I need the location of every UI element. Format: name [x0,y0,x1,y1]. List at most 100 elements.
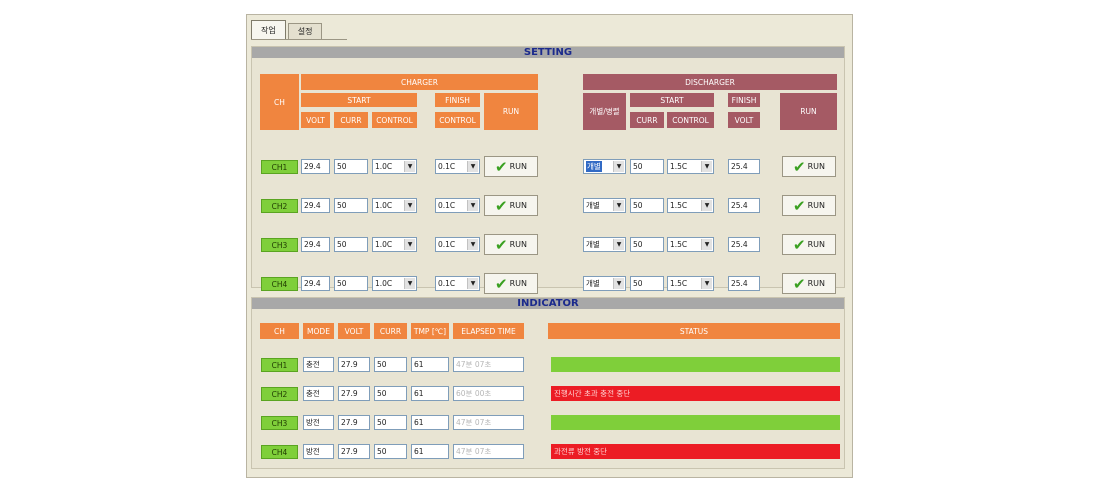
select-value: 1.0C [375,240,393,249]
charger-control-select-ch4[interactable]: 1.0C ▼ [372,276,417,291]
chevron-down-icon[interactable]: ▼ [613,200,624,211]
chevron-down-icon[interactable]: ▼ [467,200,478,211]
charger-control-select-ch3[interactable]: 1.0C ▼ [372,237,417,252]
check-icon: ✔ [793,196,806,215]
discharger-run-button-ch4[interactable]: ✔ RUN [782,273,836,294]
check-icon: ✔ [495,235,508,254]
check-icon: ✔ [495,157,508,176]
discharger-run-button-ch3[interactable]: ✔ RUN [782,234,836,255]
indicator-ch1-label: CH1 [261,358,298,372]
chevron-down-icon[interactable]: ▼ [467,239,478,250]
chevron-down-icon[interactable]: ▼ [613,278,624,289]
chevron-down-icon[interactable]: ▼ [404,161,415,172]
charger-volt-input-ch1[interactable]: 29.4 [301,159,330,174]
check-icon: ✔ [495,274,508,293]
chevron-down-icon[interactable]: ▼ [613,239,624,250]
charger-control-select-ch1[interactable]: 1.0C ▼ [372,159,417,174]
chevron-down-icon[interactable]: ▼ [467,161,478,172]
discharger-run-button-ch1[interactable]: ✔ RUN [782,156,836,177]
select-value: 1.0C [375,162,393,171]
discharger-volt-input-ch4[interactable]: 25.4 [728,276,760,291]
charger-curr-input-ch4[interactable]: 50 [334,276,368,291]
indicator-elapsed-ch2: 60분 00초 [453,386,524,401]
indicator-ch2-label: CH2 [261,387,298,401]
discharger-mode-select-ch1[interactable]: 개별 ▼ [583,159,626,174]
charger-finish-select-ch3[interactable]: 0.1C ▼ [435,237,480,252]
chevron-down-icon[interactable]: ▼ [701,161,712,172]
chevron-down-icon[interactable]: ▼ [701,239,712,250]
discharger-volt-input-ch3[interactable]: 25.4 [728,237,760,252]
discharger-control-select-ch4[interactable]: 1.5C ▼ [667,276,714,291]
chevron-down-icon[interactable]: ▼ [701,200,712,211]
charger-finish-select-ch4[interactable]: 0.1C ▼ [435,276,480,291]
setting-ch2-button[interactable]: CH2 [261,199,298,213]
discharger-mode-select-ch4[interactable]: 개별 ▼ [583,276,626,291]
select-value: 개별 [586,201,600,210]
discharger-curr-input-ch1[interactable]: 50 [630,159,664,174]
discharger-curr-input-ch2[interactable]: 50 [630,198,664,213]
indicator-title: INDICATOR [252,298,844,309]
discharger-control-select-ch2[interactable]: 1.5C ▼ [667,198,714,213]
setting-ch4-button[interactable]: CH4 [261,277,298,291]
charger-start-header: START [301,93,417,107]
discharger-curr-input-ch4[interactable]: 50 [630,276,664,291]
indicator-status-header: STATUS [548,323,840,339]
chevron-down-icon[interactable]: ▼ [404,239,415,250]
charger-curr-input-ch3[interactable]: 50 [334,237,368,252]
indicator-ch3-label: CH3 [261,416,298,430]
indicator-tmp-ch2: 61 [411,386,449,401]
run-label: RUN [509,240,527,249]
charger-run-button-ch1[interactable]: ✔ RUN [484,156,538,177]
indicator-curr-ch4: 50 [374,444,407,459]
chevron-down-icon[interactable]: ▼ [613,161,624,172]
charger-finish-select-ch1[interactable]: 0.1C ▼ [435,159,480,174]
setting-title: SETTING [252,47,844,58]
indicator-tmp-ch3: 61 [411,415,449,430]
charger-run-button-ch4[interactable]: ✔ RUN [484,273,538,294]
app-window: 작업 설정 SETTING CH CHARGER START FINISH RU… [246,14,853,478]
indicator-mode-ch3: 방전 [303,415,334,430]
discharger-mode-header: 개별/병렬 [583,93,626,130]
discharger-control-select-ch1[interactable]: 1.5C ▼ [667,159,714,174]
charger-finish-select-ch2[interactable]: 0.1C ▼ [435,198,480,213]
charger-volt-input-ch2[interactable]: 29.4 [301,198,330,213]
discharger-mode-select-ch3[interactable]: 개별 ▼ [583,237,626,252]
chevron-down-icon[interactable]: ▼ [467,278,478,289]
indicator-volt-ch4: 27.9 [338,444,370,459]
indicator-panel: INDICATOR CH MODE VOLT CURR TMP [℃] ELAP… [251,297,845,469]
charger-run-button-ch3[interactable]: ✔ RUN [484,234,538,255]
setting-ch1-button[interactable]: CH1 [261,160,298,174]
charger-curr-input-ch2[interactable]: 50 [334,198,368,213]
select-value: 0.1C [438,279,456,288]
run-label: RUN [509,279,527,288]
charger-control-select-ch2[interactable]: 1.0C ▼ [372,198,417,213]
chevron-down-icon[interactable]: ▼ [404,200,415,211]
select-value: 0.1C [438,162,456,171]
indicator-elapsed-header: ELAPSED TIME [453,323,524,339]
discharger-run-button-ch2[interactable]: ✔ RUN [782,195,836,216]
tab-settings[interactable]: 설정 [287,23,323,39]
run-label: RUN [509,162,527,171]
indicator-ch-header: CH [260,323,299,339]
discharger-mode-select-ch2[interactable]: 개별 ▼ [583,198,626,213]
discharger-control-select-ch3[interactable]: 1.5C ▼ [667,237,714,252]
chevron-down-icon[interactable]: ▼ [701,278,712,289]
discharger-curr-input-ch3[interactable]: 50 [630,237,664,252]
chevron-down-icon[interactable]: ▼ [404,278,415,289]
indicator-curr-ch1: 50 [374,357,407,372]
charger-volt-input-ch3[interactable]: 29.4 [301,237,330,252]
charger-volt-input-ch4[interactable]: 29.4 [301,276,330,291]
check-icon: ✔ [793,157,806,176]
setting-ch3-button[interactable]: CH3 [261,238,298,252]
indicator-tmp-header: TMP [℃] [411,323,449,339]
run-label: RUN [807,279,825,288]
charger-finish-header: FINISH [435,93,480,107]
discharger-volt-input-ch2[interactable]: 25.4 [728,198,760,213]
discharger-volt-input-ch1[interactable]: 25.4 [728,159,760,174]
charger-curr-input-ch1[interactable]: 50 [334,159,368,174]
charger-run-button-ch2[interactable]: ✔ RUN [484,195,538,216]
indicator-elapsed-ch3: 47분 07초 [453,415,524,430]
tab-work[interactable]: 작업 [251,20,286,39]
discharger-control-header: CONTROL [667,112,714,128]
charger-control-header: CONTROL [372,112,417,128]
